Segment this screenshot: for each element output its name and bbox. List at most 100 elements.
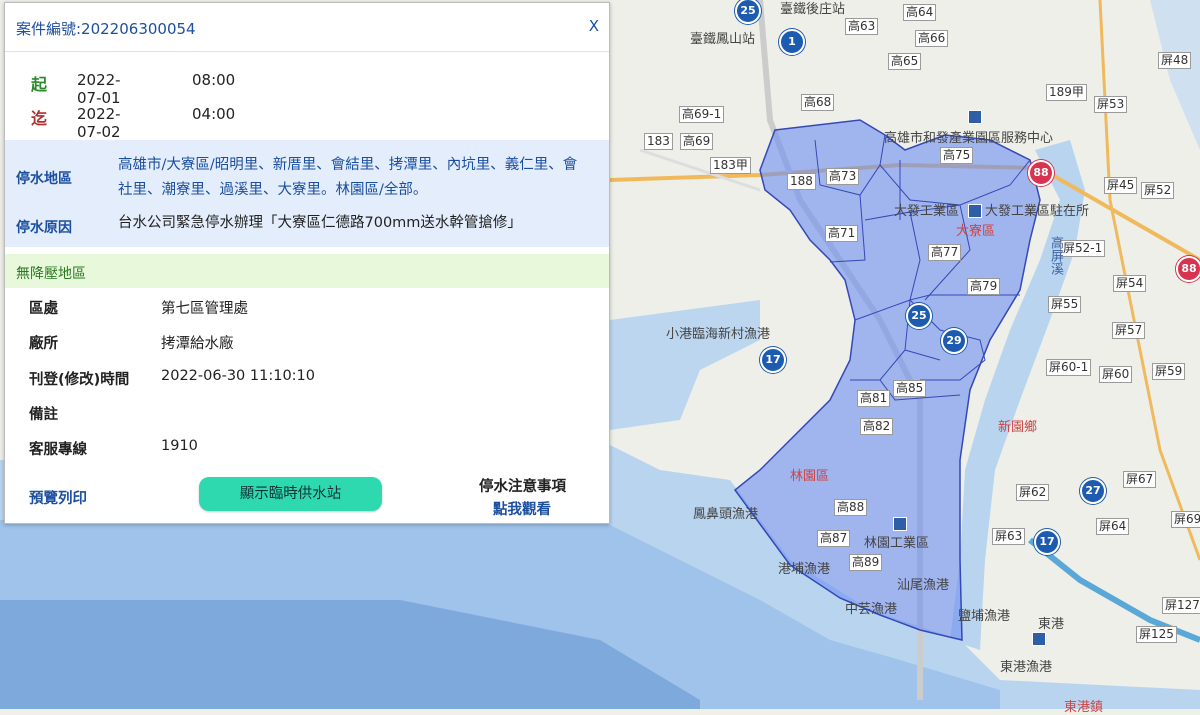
road-label: 屏63 <box>992 528 1026 545</box>
road-label: 高79 <box>967 278 1001 295</box>
place-label: 大發工業區 <box>894 204 960 219</box>
water-outage-popup: 案件編號:202206300054 X 起 2022-07-01 08:00 迄… <box>4 2 610 524</box>
road-label: 屏45 <box>1104 177 1138 194</box>
place-label: 小港臨海新村漁港 <box>666 327 771 342</box>
road-label: 高71 <box>825 225 859 242</box>
road-label: 189甲 <box>1046 84 1087 101</box>
place-label: 中芸漁港 <box>845 602 898 617</box>
place-label: 汕尾漁港 <box>897 578 950 593</box>
road-label: 屏125 <box>1136 626 1177 643</box>
road-label: 高68 <box>801 94 835 111</box>
road-label: 高85 <box>893 380 927 397</box>
info-value: 第七區管理處 <box>161 301 248 317</box>
road-label: 高75 <box>940 147 974 164</box>
road-label: 屏54 <box>1113 275 1147 292</box>
highway-shield: 27 <box>1080 478 1106 504</box>
building-poi-icon <box>893 517 907 531</box>
road-label: 高65 <box>888 53 922 70</box>
close-button[interactable]: X <box>589 17 599 35</box>
road-label: 高87 <box>817 530 851 547</box>
highway-shield: 88 <box>1028 160 1054 186</box>
place-label: 鹽埔漁港 <box>958 609 1011 624</box>
info-key: 刊登(修改)時間 <box>29 372 130 388</box>
area-text: 高雄市/大寮區/昭明里、新厝里、會結里、拷潭里、內坑里、義仁里、會社里、潮寮里、… <box>118 157 578 198</box>
place-label: 大寮區 <box>956 224 996 239</box>
road-label: 高81 <box>857 390 891 407</box>
print-preview-link[interactable]: 預覽列印 <box>29 487 87 508</box>
show-temporary-water-stations-button[interactable]: 顯示臨時供水站 <box>199 477 382 511</box>
building-poi-icon <box>968 204 982 218</box>
highway-shield: 29 <box>941 328 967 354</box>
road-label: 高73 <box>826 168 860 185</box>
road-label: 183甲 <box>710 157 751 174</box>
info-value: 拷潭給水廠 <box>161 336 234 352</box>
road-label: 屏53 <box>1094 96 1128 113</box>
road-label: 屏62 <box>1016 484 1050 501</box>
highway-shield: 1 <box>779 29 805 55</box>
info-value: 1910 <box>161 438 198 454</box>
road-label: 屏48 <box>1158 52 1192 69</box>
place-label: 臺鐵鳳山站 <box>690 32 756 47</box>
place-label: 新園鄉 <box>998 420 1038 435</box>
notice-title: 停水注意事項 <box>479 479 566 495</box>
start-time: 08:00 <box>192 71 236 89</box>
road-label: 屏57 <box>1112 322 1146 339</box>
road-label: 屏69 <box>1171 511 1200 528</box>
road-label: 高77 <box>928 244 962 261</box>
road-label: 高66 <box>915 30 949 47</box>
road-label: 高64 <box>903 4 937 21</box>
road-label: 高69-1 <box>679 106 725 123</box>
road-label: 屏59 <box>1152 363 1186 380</box>
info-key: 廠所 <box>29 336 58 352</box>
road-label: 屏55 <box>1048 296 1082 313</box>
place-label: 林園區 <box>790 469 830 484</box>
end-label: 迄 <box>31 109 48 128</box>
road-label: 高88 <box>834 499 868 516</box>
place-label: 高雄市和發產業園區服務中心 <box>884 131 1054 146</box>
road-label: 高82 <box>860 418 894 435</box>
end-time: 04:00 <box>192 105 236 123</box>
road-label: 高89 <box>849 554 883 571</box>
info-key: 客服專線 <box>29 442 87 458</box>
no-pressure-strip: 無降壓地區 <box>5 254 609 288</box>
area-label: 停水地區 <box>16 171 72 187</box>
place-label: 林園工業區 <box>864 536 930 551</box>
end-date: 2022-07-02 <box>77 105 121 141</box>
reason-label: 停水原因 <box>16 220 72 236</box>
harbor-poi-icon <box>1032 632 1046 646</box>
road-label: 屏67 <box>1123 471 1157 488</box>
place-label: 東港鎮 <box>1064 700 1104 715</box>
highway-shield: 17 <box>1034 529 1060 555</box>
place-label: 港埔漁港 <box>778 562 831 577</box>
road-label: 高69 <box>680 133 714 150</box>
road-label: 屏64 <box>1096 518 1130 535</box>
reason-text: 台水公司緊急停水辦理「大寮區仁德路700mm送水幹管搶修」 <box>118 215 522 231</box>
case-number-title: 案件編號:202206300054 <box>16 20 196 38</box>
place-label: 東港漁港 <box>1000 660 1053 675</box>
building-poi-icon <box>968 110 982 124</box>
highway-shield: 17 <box>760 347 786 373</box>
road-label: 188 <box>787 173 816 190</box>
place-label: 高屏溪 <box>1048 236 1063 275</box>
outage-details: 停水地區 高雄市/大寮區/昭明里、新厝里、會結里、拷潭里、內坑里、義仁里、會社里… <box>5 140 609 247</box>
start-label: 起 <box>31 75 48 94</box>
road-label: 屏127 <box>1162 597 1200 614</box>
place-label: 鳳鼻頭漁港 <box>693 507 759 522</box>
road-label: 屏60-1 <box>1046 359 1092 376</box>
place-label: 臺鐵後庄站 <box>780 2 846 17</box>
road-label: 183 <box>644 133 673 150</box>
info-key: 備註 <box>29 407 58 423</box>
place-label: 大發工業區駐在所 <box>985 204 1090 219</box>
road-label: 屏60 <box>1099 366 1133 383</box>
highway-shield: 88 <box>1176 256 1200 282</box>
highway-shield: 25 <box>906 303 932 329</box>
popup-header: 案件編號:202206300054 X <box>5 3 609 52</box>
no-pressure-label: 無降壓地區 <box>16 266 86 282</box>
notice-view-link[interactable]: 點我觀看 <box>493 498 551 519</box>
road-label: 屏52 <box>1141 182 1175 199</box>
info-key: 區處 <box>29 301 58 317</box>
road-label: 高63 <box>845 18 879 35</box>
road-label: 屏52-1 <box>1060 240 1106 257</box>
info-value: 2022-06-30 11:10:10 <box>161 368 315 384</box>
place-label: 東港 <box>1038 617 1065 632</box>
